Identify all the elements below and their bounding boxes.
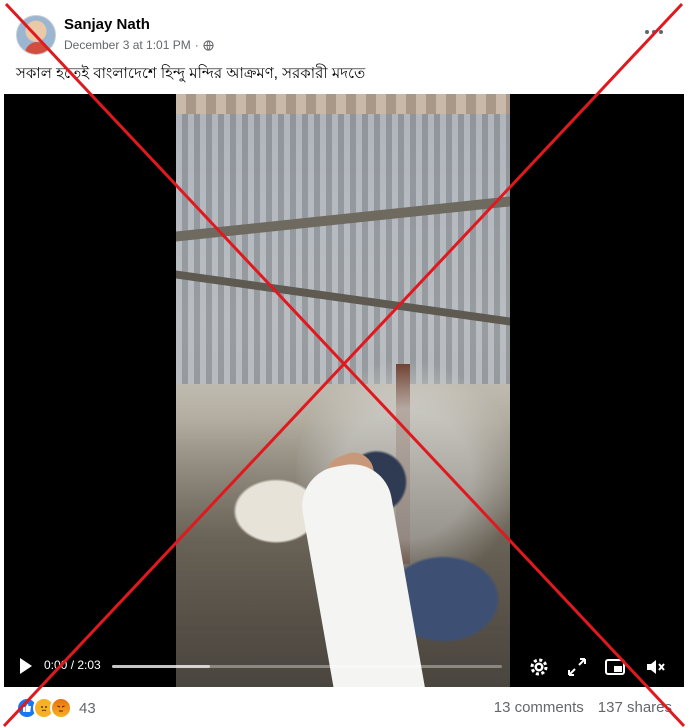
post-timestamp[interactable]: December 3 at 1:01 PM — [64, 38, 191, 52]
reaction-summary[interactable]: 43 — [16, 697, 96, 719]
author-avatar[interactable] — [16, 15, 56, 55]
meta-separator: · — [194, 38, 199, 52]
picture-in-picture-icon[interactable] — [603, 655, 627, 679]
post-stats: 13 comments 137 shares — [494, 699, 672, 716]
video-buffer — [112, 665, 210, 668]
video-time: 0:00 / 2:03 — [44, 658, 101, 672]
author-name[interactable]: Sanjay Nath — [64, 16, 150, 33]
ellipsis-icon[interactable] — [640, 22, 668, 42]
angry-reaction-icon — [50, 697, 72, 719]
video-progress-bar[interactable] — [112, 665, 502, 668]
post-caption: সকাল হতেই বাংলাদেশে হিন্দু মন্দির আক্রমণ… — [16, 65, 366, 82]
settings-icon[interactable] — [527, 655, 551, 679]
post-meta: December 3 at 1:01 PM · — [64, 38, 214, 52]
video-controls: 0:00 / 2:03 — [4, 647, 684, 687]
globe-icon — [203, 39, 214, 51]
facebook-post: Sanjay Nath December 3 at 1:01 PM · সকাল… — [0, 0, 688, 728]
reaction-count[interactable]: 43 — [79, 700, 96, 717]
shares-count[interactable]: 137 shares — [598, 699, 672, 716]
video-frame — [176, 94, 510, 687]
comments-count[interactable]: 13 comments — [494, 699, 584, 716]
play-icon[interactable] — [20, 658, 32, 674]
mute-icon[interactable] — [644, 655, 668, 679]
fullscreen-icon[interactable] — [565, 655, 589, 679]
video-player[interactable]: 0:00 / 2:03 — [4, 94, 684, 687]
